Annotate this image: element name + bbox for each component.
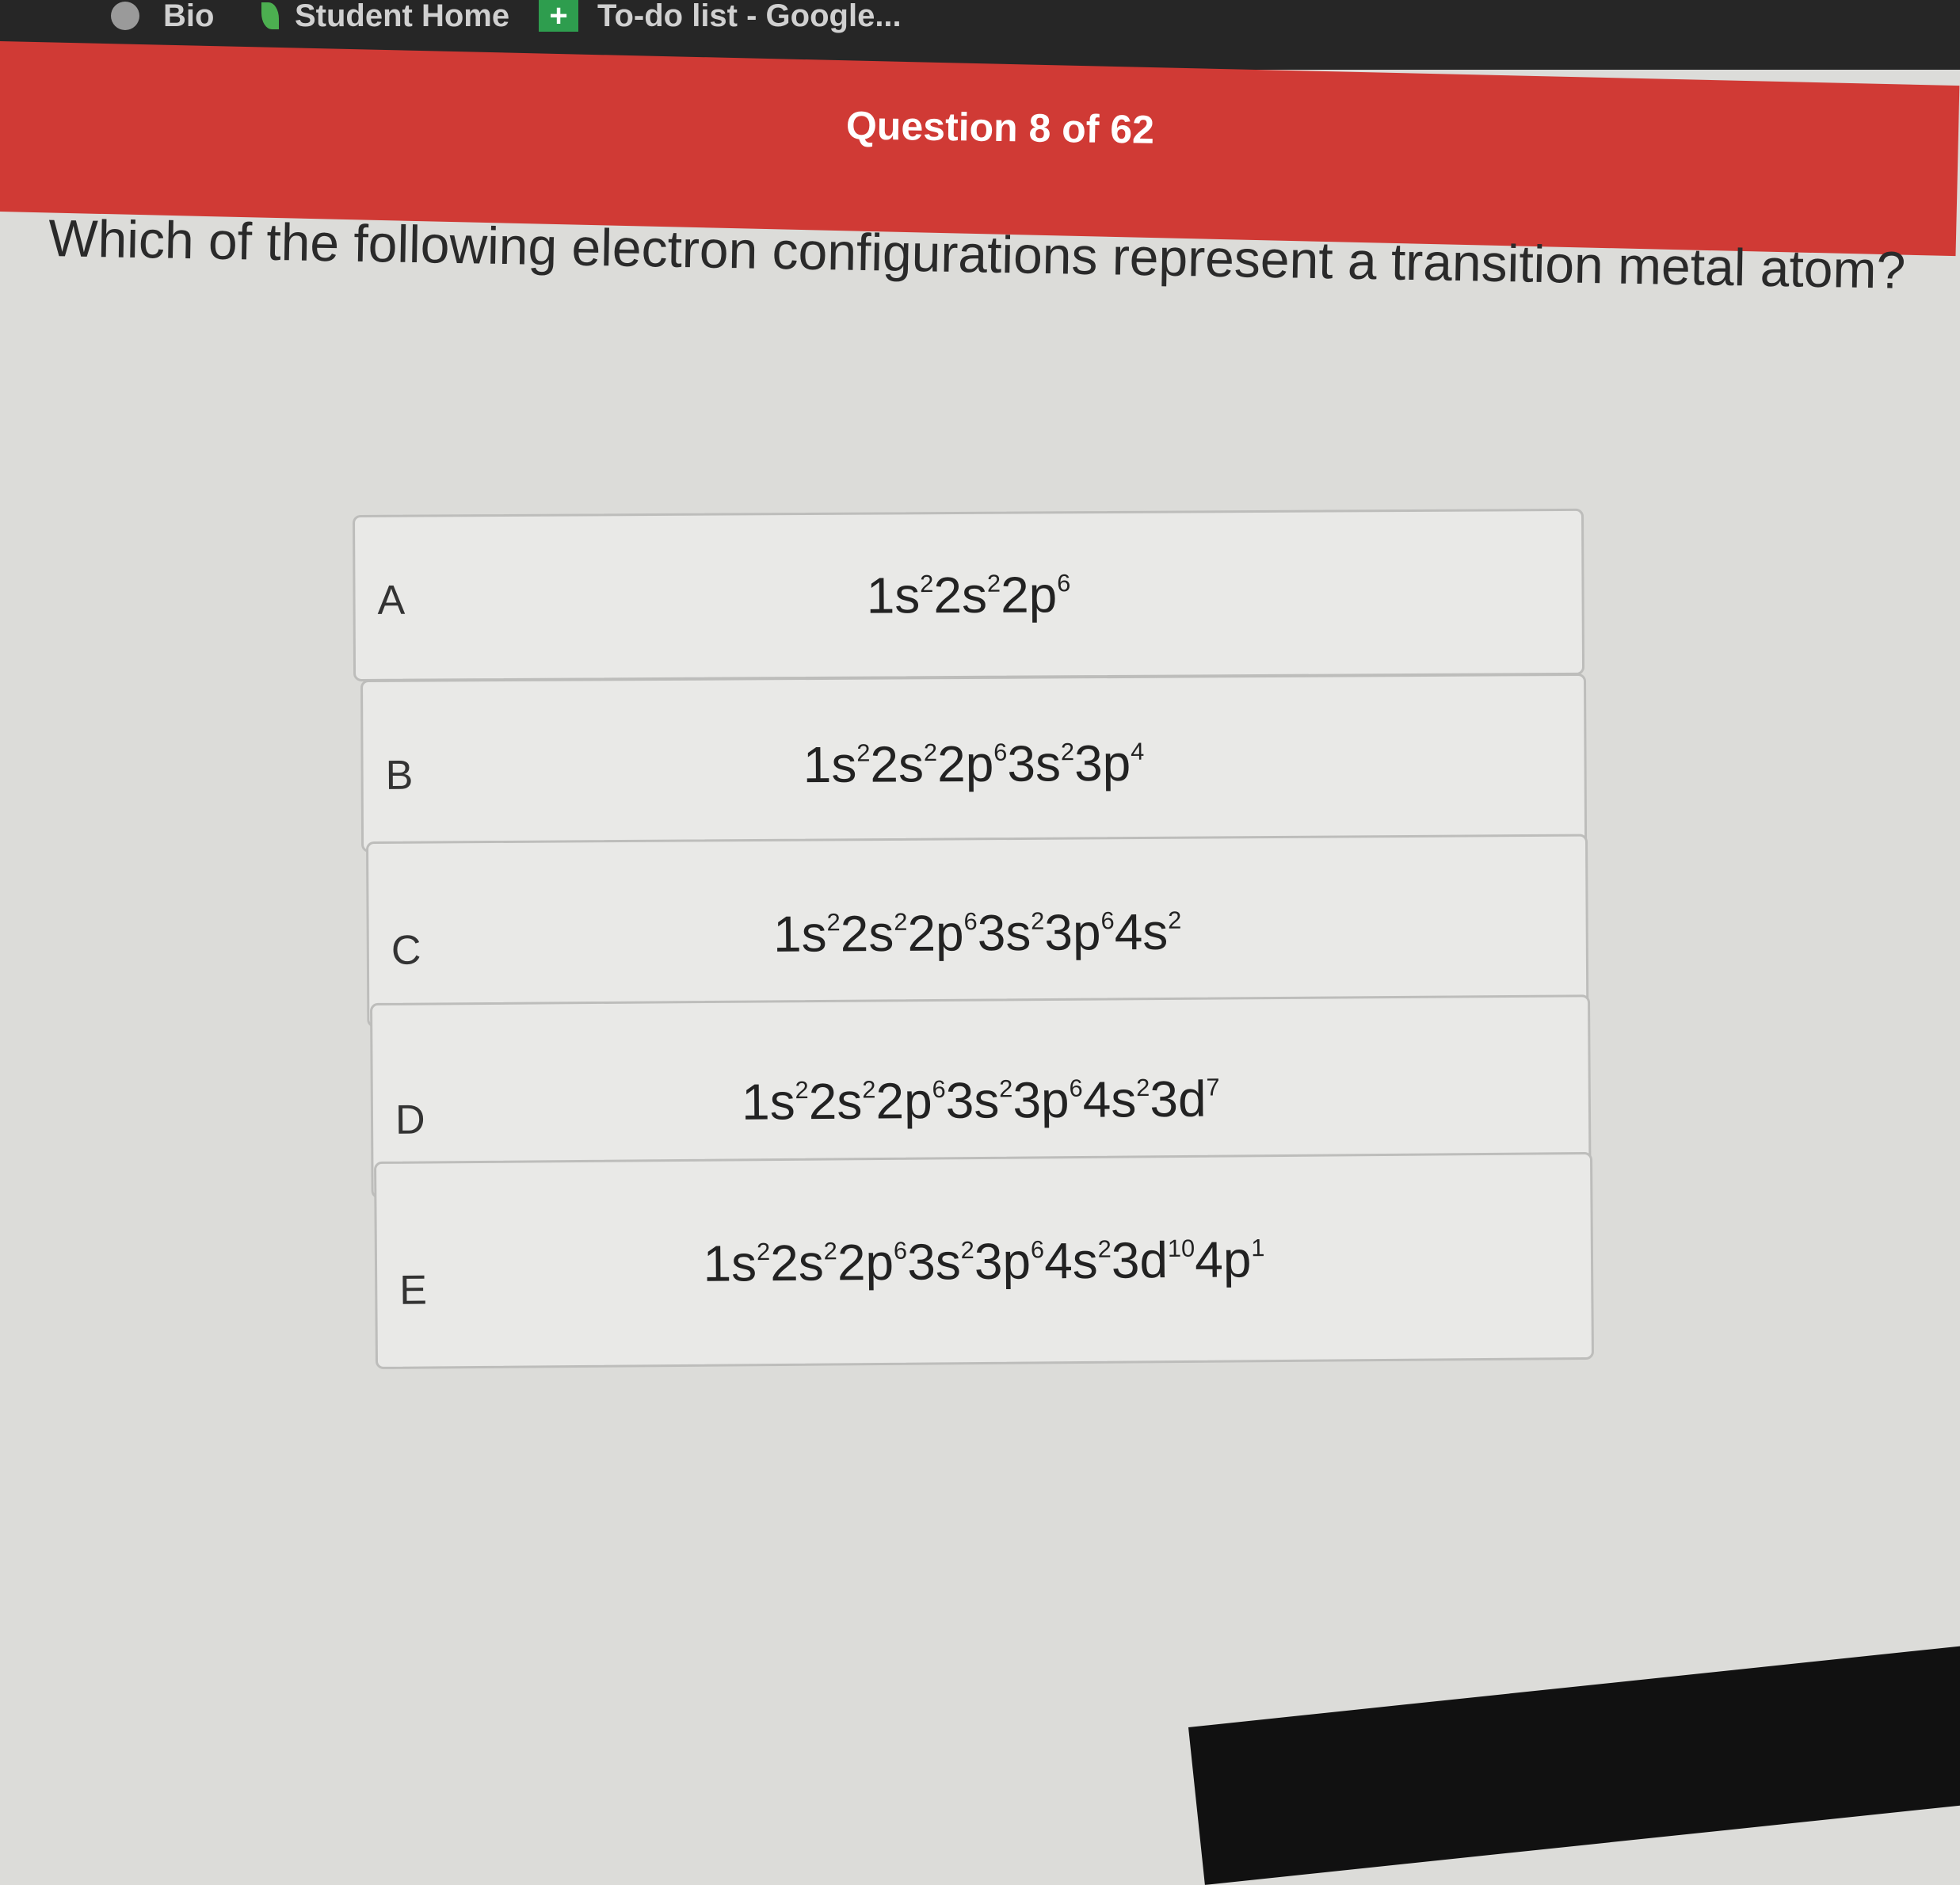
answer-option-a[interactable]: A 1s22s22p6 bbox=[353, 508, 1585, 681]
screen-bezel bbox=[1188, 1636, 1960, 1885]
option-configuration: 1s22s22p63s23p64s2 bbox=[772, 902, 1182, 963]
bookmark-bio[interactable]: Bio bbox=[111, 0, 215, 33]
answer-option-e[interactable]: E 1s22s22p63s23p64s23d104p1 bbox=[374, 1151, 1595, 1369]
bookmark-label: Bio bbox=[163, 0, 215, 33]
bookmark-label: To-do list - Google... bbox=[597, 0, 902, 33]
bookmark-label: Student Home bbox=[295, 0, 510, 33]
bookmark-todo-list[interactable]: + To-do list - Google... bbox=[539, 0, 902, 33]
plus-icon: + bbox=[539, 0, 578, 33]
answer-option-b[interactable]: B 1s22s22p63s23p4 bbox=[360, 673, 1588, 853]
option-configuration: 1s22s22p63s23p4 bbox=[803, 734, 1145, 794]
option-configuration: 1s22s22p63s23p64s23d7 bbox=[741, 1070, 1220, 1131]
leaf-icon bbox=[261, 2, 279, 29]
bookmark-student-home[interactable]: Student Home bbox=[261, 0, 510, 33]
option-configuration: 1s22s22p63s23p64s23d104p1 bbox=[703, 1231, 1265, 1292]
globe-icon bbox=[111, 2, 139, 30]
question-counter: Question 8 of 62 bbox=[845, 103, 1155, 152]
option-configuration: 1s22s22p6 bbox=[866, 566, 1071, 624]
